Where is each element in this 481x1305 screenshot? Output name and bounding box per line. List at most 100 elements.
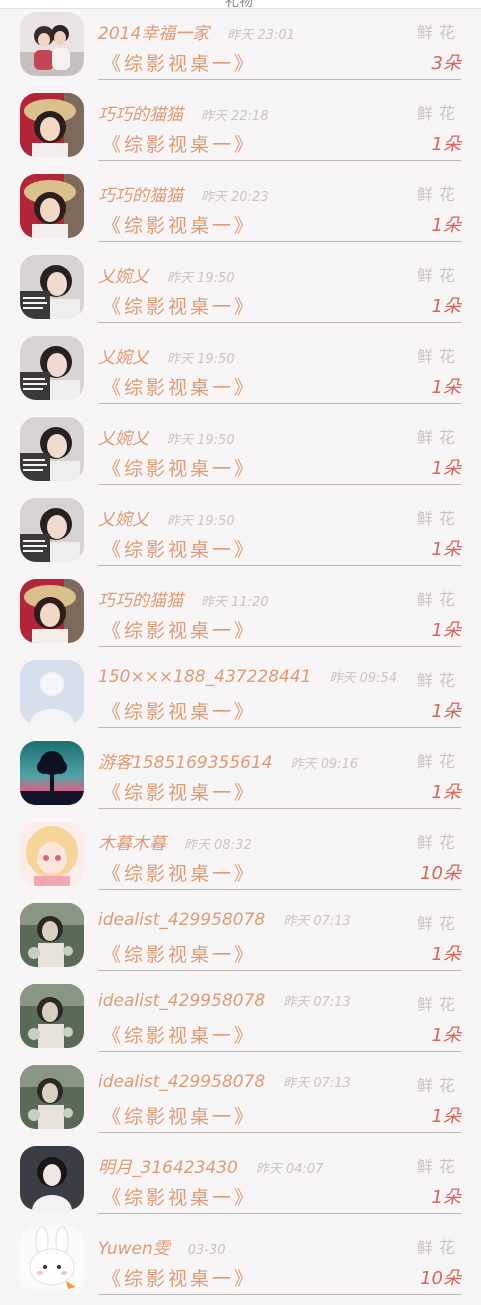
sender-name-text: idealist_429958078 <box>98 910 266 930</box>
gift-count: 1朵 <box>431 539 461 560</box>
top-bar: 礼物 <box>0 0 481 9</box>
gift-count: 10朵 <box>420 1268 461 1289</box>
timestamp: 昨天 07:13 <box>283 1076 351 1091</box>
book-title: 《综影视桌一》 <box>102 1187 257 1209</box>
timestamp: 03-30 <box>187 1243 226 1258</box>
gift-type: 鲜花 <box>416 428 461 447</box>
divider <box>98 1132 461 1133</box>
sender-name: Yuwen雯 03-30 <box>98 1234 226 1259</box>
girl-hat-avatar[interactable] <box>20 93 84 157</box>
gift-type: 鲜花 <box>416 752 461 771</box>
gift-count: 1朵 <box>431 134 461 155</box>
divider <box>98 727 461 728</box>
gift-type: 鲜花 <box>416 833 461 852</box>
sender-name: 乂婉乂 昨天 19:50 <box>98 343 235 368</box>
gift-type: 鲜花 <box>416 23 461 42</box>
sender-name-text: 乂婉乂 <box>98 510 149 530</box>
sender-name-text: idealist_429958078 <box>98 991 266 1011</box>
gift-type: 鲜花 <box>416 266 461 285</box>
woman-flowers-avatar[interactable] <box>20 903 84 967</box>
list-item[interactable]: 2014幸福一家 昨天 23:01 《综影视桌一》 鲜花 3朵 <box>0 9 481 90</box>
sender-name-text: Yuwen雯 <box>98 1239 170 1259</box>
book-title: 《综影视桌一》 <box>102 539 257 561</box>
sender-name: idealist_429958078 昨天 07:13 <box>98 1072 351 1092</box>
gift-type: 鲜花 <box>416 671 461 690</box>
list-item[interactable]: 巧巧的猫猫 昨天 20:23 《综影视桌一》 鲜花 1朵 <box>0 171 481 252</box>
list-item[interactable]: 乂婉乂 昨天 19:50 《综影视桌一》 鲜花 1朵 <box>0 252 481 333</box>
list-item[interactable]: 乂婉乂 昨天 19:50 《综影视桌一》 鲜花 1朵 <box>0 333 481 414</box>
list-item[interactable]: 明月_316423430 昨天 04:07 《综影视桌一》 鲜花 1朵 <box>0 1143 481 1224</box>
book-title: 《综影视桌一》 <box>102 1025 257 1047</box>
divider <box>98 1051 461 1052</box>
sender-name-text: 巧巧的猫猫 <box>98 105 183 125</box>
couple-avatar[interactable] <box>20 12 84 76</box>
sender-name: 2014幸福一家 昨天 23:01 <box>98 19 295 44</box>
gift-type: 鲜花 <box>416 104 461 123</box>
gift-type: 鲜花 <box>416 347 461 366</box>
gift-type: 鲜花 <box>416 1238 461 1257</box>
list-item[interactable]: 巧巧的猫猫 昨天 11:20 《综影视桌一》 鲜花 1朵 <box>0 576 481 657</box>
book-title: 《综影视桌一》 <box>102 458 257 480</box>
book-title: 《综影视桌一》 <box>102 1106 257 1128</box>
sender-name-text: 乂婉乂 <box>98 429 149 449</box>
girl-text-avatar[interactable] <box>20 417 84 481</box>
divider <box>98 646 461 647</box>
list-item[interactable]: Yuwen雯 03-30 《综影视桌一》 鲜花 10朵 <box>0 1224 481 1305</box>
girl-hat-avatar[interactable] <box>20 579 84 643</box>
bunny-avatar[interactable] <box>20 1227 84 1291</box>
gift-count: 1朵 <box>431 377 461 398</box>
list-item[interactable]: 乂婉乂 昨天 19:50 《综影视桌一》 鲜花 1朵 <box>0 495 481 576</box>
gift-type: 鲜花 <box>416 995 461 1014</box>
gift-type: 鲜花 <box>416 185 461 204</box>
sender-name: 木暮木暮 昨天 08:32 <box>98 829 252 854</box>
gift-type: 鲜花 <box>416 590 461 609</box>
list-item[interactable]: 游客1585169355614 昨天 09:16 《综影视桌一》 鲜花 1朵 <box>0 738 481 819</box>
woman-flowers-avatar[interactable] <box>20 1065 84 1129</box>
divider <box>98 1294 461 1295</box>
divider <box>98 403 461 404</box>
timestamp: 昨天 19:50 <box>167 433 235 448</box>
tree-sunset-avatar[interactable] <box>20 741 84 805</box>
gift-count: 1朵 <box>431 944 461 965</box>
book-title: 《综影视桌一》 <box>102 134 257 156</box>
sender-name: 巧巧的猫猫 昨天 11:20 <box>98 586 269 611</box>
list-item[interactable]: idealist_429958078 昨天 07:13 《综影视桌一》 鲜花 1朵 <box>0 900 481 981</box>
gift-type: 鲜花 <box>416 1157 461 1176</box>
divider <box>98 79 461 80</box>
divider <box>98 1213 461 1214</box>
gift-type: 鲜花 <box>416 1076 461 1095</box>
list-item[interactable]: idealist_429958078 昨天 07:13 《综影视桌一》 鲜花 1朵 <box>0 981 481 1062</box>
girl-hat-avatar[interactable] <box>20 174 84 238</box>
book-title: 《综影视桌一》 <box>102 1268 257 1290</box>
book-title: 《综影视桌一》 <box>102 215 257 237</box>
sender-name-text: 乂婉乂 <box>98 348 149 368</box>
gift-type: 鲜花 <box>416 914 461 933</box>
girl-text-avatar[interactable] <box>20 336 84 400</box>
book-title: 《综影视桌一》 <box>102 296 257 318</box>
divider <box>98 322 461 323</box>
gift-count: 1朵 <box>431 296 461 317</box>
gift-count: 1朵 <box>431 782 461 803</box>
list-item[interactable]: 乂婉乂 昨天 19:50 《综影视桌一》 鲜花 1朵 <box>0 414 481 495</box>
list-item[interactable]: 木暮木暮 昨天 08:32 《综影视桌一》 鲜花 10朵 <box>0 819 481 900</box>
default-user-avatar[interactable] <box>20 660 84 724</box>
gift-list: 2014幸福一家 昨天 23:01 《综影视桌一》 鲜花 3朵 巧巧的猫猫 昨天 2… <box>0 9 481 1305</box>
timestamp: 昨天 09:54 <box>329 671 398 686</box>
woman-flowers-avatar[interactable] <box>20 984 84 1048</box>
timestamp: 昨天 19:50 <box>167 352 235 367</box>
girl-text-avatar[interactable] <box>20 255 84 319</box>
book-title: 《综影视桌一》 <box>102 377 257 399</box>
anime-girl-avatar[interactable] <box>20 822 84 886</box>
list-item[interactable]: 巧巧的猫猫 昨天 22:18 《综影视桌一》 鲜花 1朵 <box>0 90 481 171</box>
book-title: 《综影视桌一》 <box>102 701 257 723</box>
divider <box>98 484 461 485</box>
sender-name-text: 巧巧的猫猫 <box>98 591 183 611</box>
list-item[interactable]: idealist_429958078 昨天 07:13 《综影视桌一》 鲜花 1朵 <box>0 1062 481 1143</box>
gift-count: 1朵 <box>431 215 461 236</box>
timestamp: 昨天 19:50 <box>167 514 235 529</box>
girl-text-avatar[interactable] <box>20 498 84 562</box>
gift-count: 3朵 <box>431 53 461 74</box>
woman-portrait-avatar[interactable] <box>20 1146 84 1210</box>
list-item[interactable]: 150×××188_437228441 昨天 09:54 《综影视桌一》 鲜花 1… <box>0 657 481 738</box>
divider <box>98 160 461 161</box>
